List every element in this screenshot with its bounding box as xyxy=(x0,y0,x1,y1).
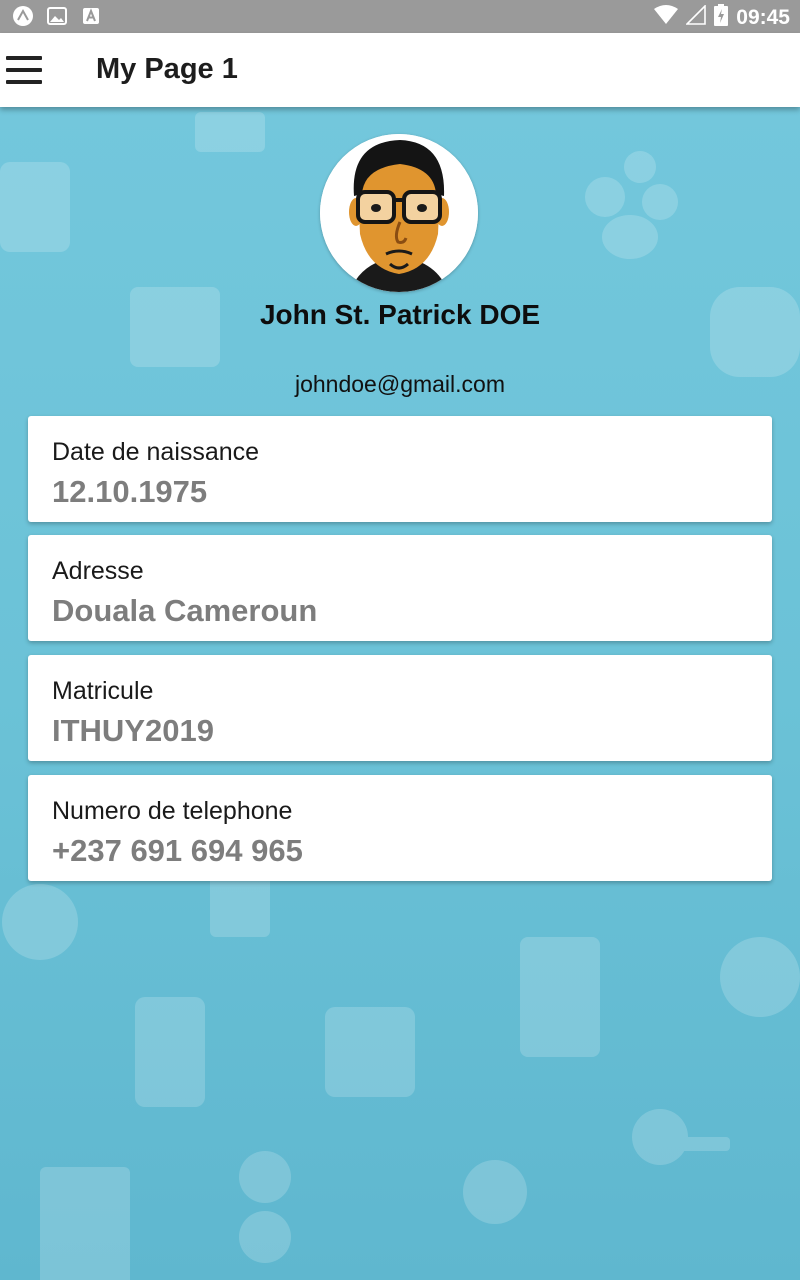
card-registration-number[interactable]: Matricule ITHUY2019 xyxy=(28,655,772,761)
card-value: 12.10.1975 xyxy=(52,474,208,509)
hamburger-menu-icon[interactable] xyxy=(6,56,42,84)
card-label: Date de naissance xyxy=(52,438,260,466)
card-value: +237 691 694 965 xyxy=(52,833,303,868)
clock: 09:45 xyxy=(736,6,790,29)
card-date-of-birth[interactable]: Date de naissance 12.10.1975 xyxy=(28,416,772,522)
card-address[interactable]: Adresse Douala Cameroun xyxy=(28,535,772,641)
image-icon xyxy=(46,5,68,27)
card-value: ITHUY2019 xyxy=(52,713,214,748)
app-icon xyxy=(12,5,34,27)
app-bar: My Page 1 xyxy=(0,33,800,107)
page-title: My Page 1 xyxy=(96,53,238,85)
user-email: johndoe@gmail.com xyxy=(294,371,505,397)
card-phone-number[interactable]: Numero de telephone +237 691 694 965 xyxy=(28,775,772,881)
battery-icon xyxy=(714,4,729,32)
card-label: Matricule xyxy=(52,677,154,705)
status-icons-right: 09:45 xyxy=(654,4,790,32)
wifi-icon xyxy=(654,5,679,31)
avatar-cartoon xyxy=(320,134,478,292)
card-label: Adresse xyxy=(52,557,144,585)
avatar[interactable] xyxy=(320,134,478,292)
user-name: John St. Patrick DOE xyxy=(259,299,541,330)
font-icon xyxy=(80,5,102,27)
status-icons-left xyxy=(12,5,102,27)
card-label: Numero de telephone xyxy=(52,797,293,825)
signal-icon xyxy=(685,4,707,31)
status-bar: 09:45 xyxy=(0,0,800,33)
card-value: Douala Cameroun xyxy=(52,593,318,628)
profile-content: John St. Patrick DOE johndoe@gmail.com D… xyxy=(0,107,800,1280)
